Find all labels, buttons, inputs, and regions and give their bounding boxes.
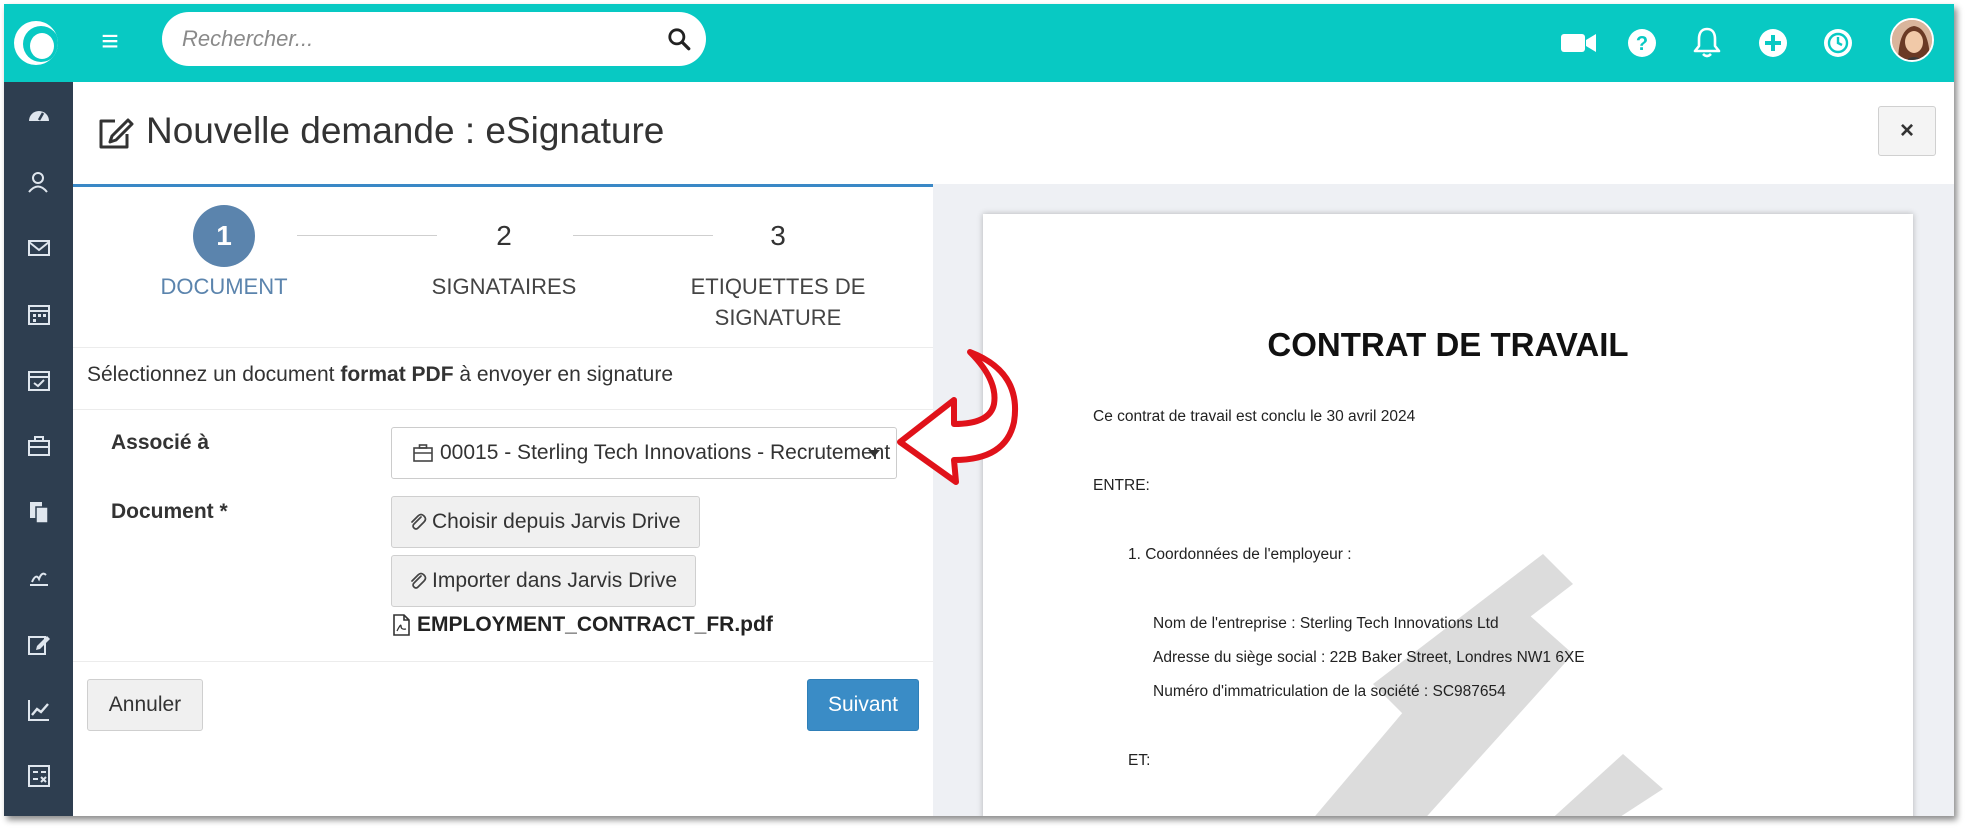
selected-file: EMPLOYMENT_CONTRACT_FR.pdf [391, 613, 773, 637]
clock-icon[interactable] [1821, 26, 1855, 60]
document-paragraph: Ce contrat de travail est conclu le 30 a… [1093, 408, 1416, 425]
step-document[interactable]: 1 DOCUMENT [94, 205, 354, 302]
divider [73, 409, 933, 410]
chevron-down-icon [868, 450, 880, 457]
video-camera-icon[interactable] [1559, 26, 1599, 60]
paperclip-icon [411, 513, 427, 530]
signature-icon [29, 572, 48, 586]
search-bar [162, 12, 706, 66]
sidebar-item-contacts[interactable] [4, 158, 73, 206]
search-input[interactable] [182, 22, 642, 56]
step-label: ETIQUETTES DE SIGNATURE [690, 274, 866, 330]
import-to-drive-button[interactable]: Importer dans Jarvis Drive [391, 555, 697, 607]
menu-icon[interactable]: ≡ [92, 24, 128, 60]
step-number: 1 [193, 205, 255, 267]
help-icon[interactable]: ? [1625, 26, 1659, 60]
user-avatar[interactable] [1890, 18, 1934, 62]
sidebar-item-documents[interactable] [4, 488, 73, 536]
plus-circle-icon[interactable] [1756, 26, 1790, 60]
sidebar-item-requests[interactable] [4, 620, 73, 668]
annotation-arrow-icon [897, 349, 1018, 485]
document-paragraph: ENTRE: [1093, 477, 1150, 494]
pdf-page: CONTRAT DE TRAVAIL Ce contrat de travail… [983, 214, 1913, 816]
sidebar-item-esignature[interactable] [4, 554, 73, 602]
document-paragraph: 1. Coordonnées de l'employeur : [1128, 546, 1352, 563]
next-button[interactable]: Suivant [807, 679, 919, 731]
form-panel: 1 DOCUMENT 2 SIGNATAIRES 3 ETIQUETTES DE… [73, 184, 933, 816]
sidebar-item-reports[interactable] [4, 686, 73, 734]
close-button[interactable]: × [1878, 106, 1936, 156]
document-paragraph: ET: [1128, 752, 1151, 769]
top-bar: ≡ ? [4, 4, 1954, 82]
sidebar-item-dashboard[interactable] [4, 92, 73, 140]
sidebar-item-jobs[interactable] [4, 422, 73, 470]
paperclip-icon [411, 572, 427, 589]
cancel-button[interactable]: Annuler [87, 679, 203, 731]
step-number: 2 [496, 220, 512, 251]
briefcase-icon [413, 444, 433, 462]
form-instructions: Sélectionnez un document format PDF à en… [87, 363, 674, 386]
associated-select[interactable]: 00015 - Sterling Tech Innovations - Recr… [391, 427, 897, 479]
edit-icon [27, 636, 50, 655]
bell-icon[interactable] [1690, 26, 1724, 60]
logo-icon[interactable] [14, 21, 58, 65]
sidebar-item-calculator[interactable] [4, 752, 73, 800]
document-paragraph: Nom de l'entreprise : Sterling Tech Inno… [1153, 615, 1499, 632]
sidebar-item-tasks[interactable] [4, 356, 73, 404]
edit-icon [99, 118, 134, 149]
calculator-icon [27, 765, 50, 787]
step-label: DOCUMENT [160, 274, 288, 299]
step-label: SIGNATAIRES [431, 274, 577, 299]
document-preview: CONTRAT DE TRAVAIL Ce contrat de travail… [933, 184, 1954, 816]
page-title: Nouvelle demande : eSignature [146, 110, 665, 151]
chart-icon [27, 700, 49, 721]
sidebar-item-calendar[interactable] [4, 290, 73, 338]
contacts-icon [27, 172, 48, 193]
calendar-icon [27, 305, 50, 325]
svg-text:?: ? [1636, 33, 1648, 55]
associated-select-value: 00015 - Sterling Tech Innovations - Recr… [440, 441, 891, 464]
draft-watermark [1315, 554, 1663, 816]
page-header: Nouvelle demande : eSignature × [73, 82, 1954, 184]
briefcase-icon [27, 436, 50, 456]
documents-icon [29, 502, 49, 524]
calendar-check-icon [27, 371, 50, 391]
file-name[interactable]: EMPLOYMENT_CONTRACT_FR.pdf [417, 613, 773, 637]
choose-from-drive-button[interactable]: Choisir depuis Jarvis Drive [391, 496, 700, 548]
mail-icon [27, 240, 50, 256]
step-signatories[interactable]: 2 SIGNATAIRES [374, 205, 634, 302]
document-paragraph: Adresse du siège social : 22B Baker Stre… [1153, 649, 1585, 666]
document-label: Document * [111, 500, 228, 523]
step-signature-tags[interactable]: 3 ETIQUETTES DE SIGNATURE [648, 205, 908, 333]
associated-label: Associé à [111, 431, 210, 454]
close-icon: × [1899, 117, 1914, 144]
divider [73, 347, 933, 348]
app-window: ≡ ? [4, 4, 1954, 816]
dashboard-icon [28, 111, 49, 121]
step-number: 3 [770, 220, 786, 251]
document-title: CONTRAT DE TRAVAIL [1267, 326, 1629, 363]
pdf-file-icon [393, 614, 410, 636]
divider [73, 661, 933, 662]
document-paragraph: Numéro d'immatriculation de la société :… [1153, 683, 1506, 700]
sidebar [4, 82, 73, 816]
stepper: 1 DOCUMENT 2 SIGNATAIRES 3 ETIQUETTES DE… [73, 187, 933, 347]
search-icon[interactable] [666, 26, 692, 52]
sidebar-item-mail[interactable] [4, 224, 73, 272]
